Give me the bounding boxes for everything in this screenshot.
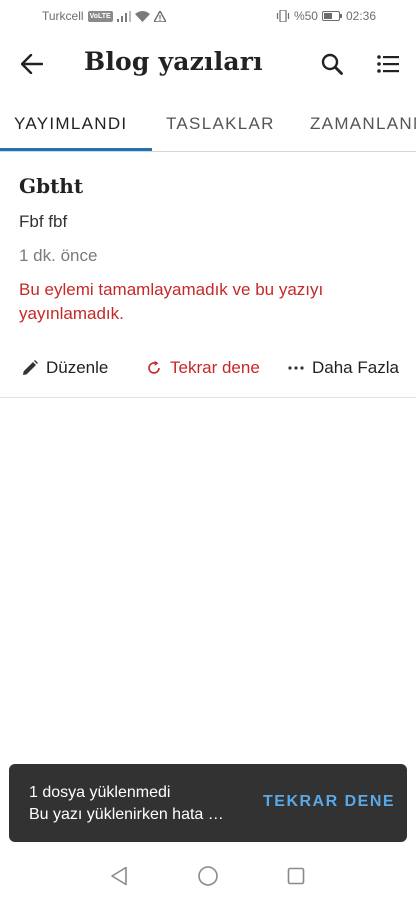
post-actions: Düzenle Tekrar dene Daha Fazla (0, 352, 416, 388)
retry-button[interactable]: Tekrar dene (146, 358, 260, 378)
volte-badge: VoLTE (87, 10, 113, 22)
pencil-icon (23, 360, 38, 375)
status-right: %50 02:36 (276, 9, 376, 23)
upload-error-snackbar: 1 dosya yüklenmedi Bu yazı yüklenirken h… (9, 764, 407, 842)
post-title: Gbtht (19, 174, 84, 198)
post-error-message: Bu eylemi tamamlayamadık ve bu yazıyı ya… (19, 280, 324, 323)
circle-home-icon (198, 866, 218, 886)
carrier-label: Turkcell (42, 9, 84, 23)
retry-label: Tekrar dene (170, 358, 260, 377)
app-bar: Blog yazıları (0, 32, 416, 96)
battery-percent: %50 (293, 9, 318, 23)
edit-label: Düzenle (46, 358, 109, 377)
signal-icon (116, 10, 131, 22)
status-left: Turkcell VoLTE (42, 9, 166, 23)
tab-scheduled[interactable]: ZAMANLANMIŞ (310, 114, 416, 134)
square-recents-icon (287, 867, 305, 885)
page-title: Blog yazıları (84, 47, 263, 76)
back-button[interactable] (14, 46, 50, 82)
snackbar-message: Bu yazı yüklenirken hata oluştu (29, 806, 229, 823)
post-card[interactable]: Gbtht Fbf fbf 1 dk. önce Bu eylemi tamam… (0, 152, 416, 398)
list-icon (377, 55, 399, 73)
nav-home-button[interactable] (196, 864, 220, 888)
nav-recents-button[interactable] (284, 864, 308, 888)
snackbar-title: 1 dosya yüklenmedi (29, 784, 171, 801)
system-nav-bar (0, 852, 416, 900)
refresh-icon (148, 360, 160, 374)
list-view-button[interactable] (370, 46, 406, 82)
search-button[interactable] (314, 46, 350, 82)
post-excerpt: Fbf fbf (19, 212, 68, 231)
more-label: Daha Fazla (312, 358, 399, 377)
tab-drafts[interactable]: TASLAKLAR (166, 114, 275, 134)
wifi-icon (134, 10, 150, 22)
active-tab-indicator (0, 148, 152, 151)
edit-button[interactable]: Düzenle (22, 358, 108, 378)
post-timestamp: 1 dk. önce (19, 246, 98, 265)
clock: 02:36 (345, 9, 376, 23)
snackbar-retry-button[interactable]: TEKRAR DENE (263, 793, 395, 811)
triangle-back-icon (111, 866, 127, 886)
status-bar: Turkcell VoLTE %50 02:36 (0, 0, 416, 32)
battery-icon (321, 11, 342, 21)
vibrate-icon (276, 10, 290, 22)
tab-published[interactable]: YAYIMLANDI (14, 114, 127, 134)
arrow-left-icon (21, 54, 43, 74)
nav-back-button[interactable] (107, 864, 131, 888)
warning-icon (153, 10, 166, 22)
more-button[interactable]: Daha Fazla (288, 358, 399, 378)
more-horizontal-icon (288, 366, 304, 370)
tab-bar: YAYIMLANDI TASLAKLAR ZAMANLANMIŞ (0, 96, 416, 152)
search-icon (321, 53, 343, 75)
